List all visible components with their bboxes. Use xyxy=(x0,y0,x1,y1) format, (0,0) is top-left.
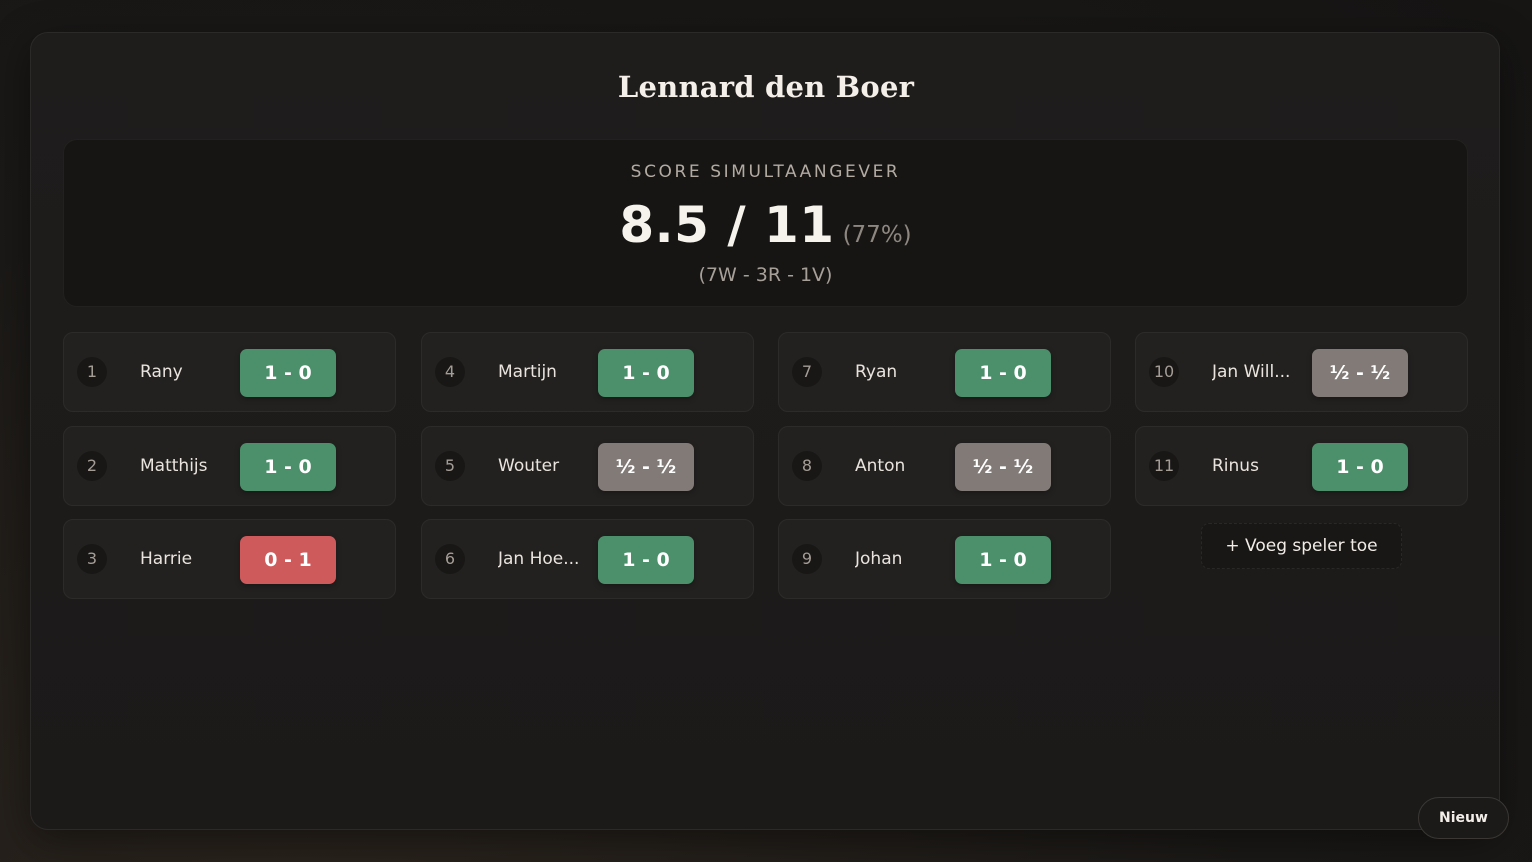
result-button[interactable]: 0 - 1 xyxy=(240,536,336,584)
score-percentage: (77%) xyxy=(842,222,912,248)
result-button[interactable]: 1 - 0 xyxy=(1312,443,1408,491)
player-name: Anton xyxy=(855,456,906,476)
player-name: Matthijs xyxy=(140,456,208,476)
score-summary: SCORE SIMULTAANGEVER 8.5 / 11 (77%) (7W -… xyxy=(63,139,1468,307)
board-number: 6 xyxy=(435,544,465,574)
result-button[interactable]: ½ - ½ xyxy=(955,443,1051,491)
player-card: 11 Rinus 1 - 0 xyxy=(1135,426,1468,506)
player-card: 10 Jan Will... ½ - ½ xyxy=(1135,332,1468,412)
result-button[interactable]: 1 - 0 xyxy=(598,349,694,397)
player-card: 4 Martijn 1 - 0 xyxy=(421,332,754,412)
player-card: 3 Harrie 0 - 1 xyxy=(63,519,396,599)
new-button[interactable]: Nieuw xyxy=(1418,797,1509,839)
score-line: 8.5 / 11 (77%) xyxy=(64,196,1467,254)
player-name: Johan xyxy=(855,549,903,569)
result-button[interactable]: 1 - 0 xyxy=(955,536,1051,584)
player-name: Jan Hoe... xyxy=(498,549,580,569)
board-number: 8 xyxy=(792,451,822,481)
board-number: 1 xyxy=(77,357,107,387)
player-name: Wouter xyxy=(498,456,560,476)
score-value: 8.5 / 11 xyxy=(619,196,835,254)
player-name: Jan Will... xyxy=(1212,362,1291,382)
result-button[interactable]: 1 - 0 xyxy=(240,349,336,397)
player-card: 6 Jan Hoe... 1 - 0 xyxy=(421,519,754,599)
player-card: 2 Matthijs 1 - 0 xyxy=(63,426,396,506)
board-number: 9 xyxy=(792,544,822,574)
result-button[interactable]: 1 - 0 xyxy=(240,443,336,491)
result-button[interactable]: ½ - ½ xyxy=(1312,349,1408,397)
board-number: 5 xyxy=(435,451,465,481)
player-card: 8 Anton ½ - ½ xyxy=(778,426,1111,506)
player-card: 9 Johan 1 - 0 xyxy=(778,519,1111,599)
page-title: Lennard den Boer xyxy=(617,70,915,104)
board-number: 4 xyxy=(435,357,465,387)
result-button[interactable]: ½ - ½ xyxy=(598,443,694,491)
player-name: Ryan xyxy=(855,362,898,382)
add-player-button[interactable]: + Voeg speler toe xyxy=(1201,523,1402,569)
board-number: 10 xyxy=(1149,357,1179,387)
player-name: Rinus xyxy=(1212,456,1259,476)
player-name: Harrie xyxy=(140,549,193,569)
player-name: Martijn xyxy=(498,362,557,382)
player-name: Rany xyxy=(140,362,183,382)
player-card: 5 Wouter ½ - ½ xyxy=(421,426,754,506)
result-button[interactable]: 1 - 0 xyxy=(598,536,694,584)
player-card: 1 Rany 1 - 0 xyxy=(63,332,396,412)
player-card: 7 Ryan 1 - 0 xyxy=(778,332,1111,412)
score-record: (7W - 3R - 1V) xyxy=(698,264,833,286)
board-number: 3 xyxy=(77,544,107,574)
score-label: SCORE SIMULTAANGEVER xyxy=(630,162,901,182)
result-button[interactable]: 1 - 0 xyxy=(955,349,1051,397)
board-number: 2 xyxy=(77,451,107,481)
board-number: 11 xyxy=(1149,451,1179,481)
board-number: 7 xyxy=(792,357,822,387)
